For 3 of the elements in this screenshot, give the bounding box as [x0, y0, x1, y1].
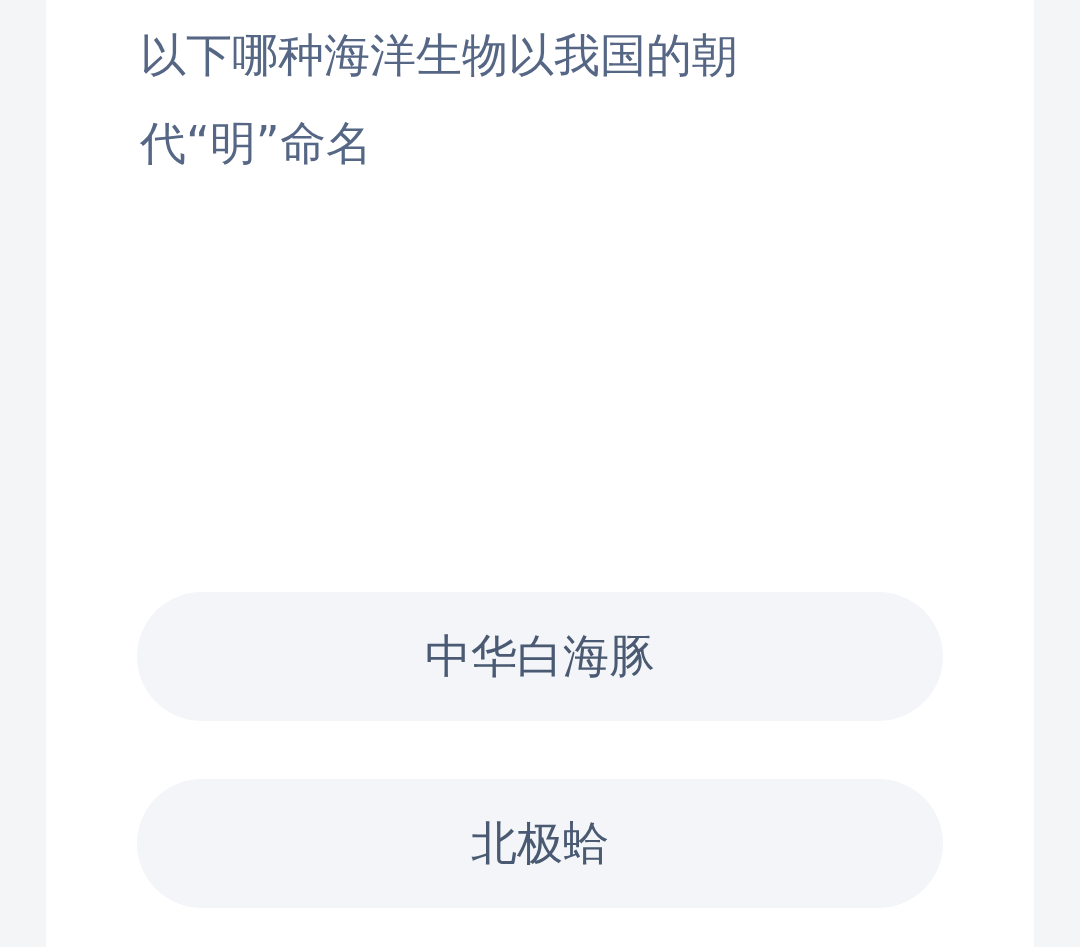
answer-option-button[interactable]: 北极蛤 — [137, 779, 943, 908]
answer-option-button[interactable]: 中华白海豚 — [137, 592, 943, 721]
question-text: 以下哪种海洋生物以我国的朝代“明”命名 — [140, 27, 739, 172]
